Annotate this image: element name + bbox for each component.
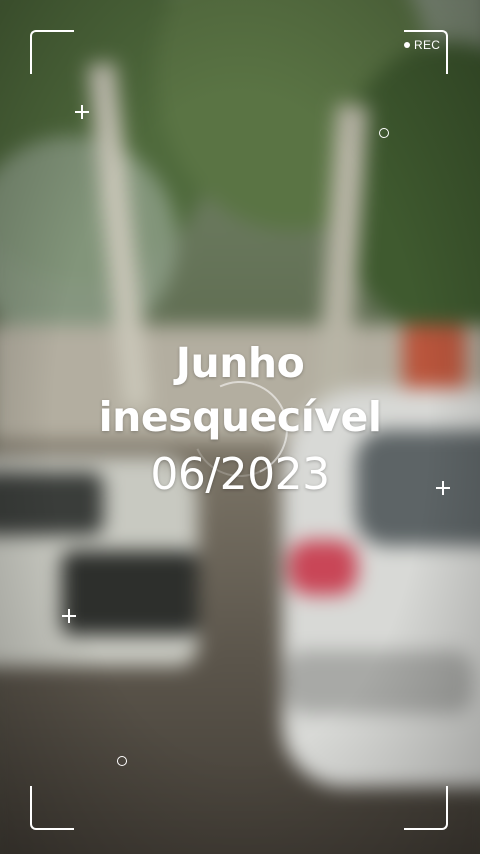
rec-dot-icon bbox=[404, 42, 410, 48]
video-frame: REC Junho inesquecível 06/2023 bbox=[0, 0, 480, 854]
viewfinder-corner-bottom-left-icon bbox=[30, 786, 74, 830]
plus-icon bbox=[62, 609, 76, 623]
caption: Junho inesquecível 06/2023 bbox=[0, 336, 480, 504]
viewfinder-corner-top-left-icon bbox=[30, 30, 74, 74]
caption-date: 06/2023 bbox=[150, 449, 330, 500]
rec-indicator: REC bbox=[404, 38, 440, 52]
plus-icon bbox=[75, 105, 89, 119]
caption-line-2: inesquecível bbox=[98, 393, 382, 441]
rec-label: REC bbox=[414, 38, 441, 52]
viewfinder-corner-bottom-right-icon bbox=[404, 786, 448, 830]
viewfinder-corner-top-right-icon bbox=[404, 30, 448, 74]
circle-icon bbox=[379, 128, 389, 138]
circle-icon bbox=[117, 756, 127, 766]
caption-line-1: Junho bbox=[175, 339, 305, 387]
